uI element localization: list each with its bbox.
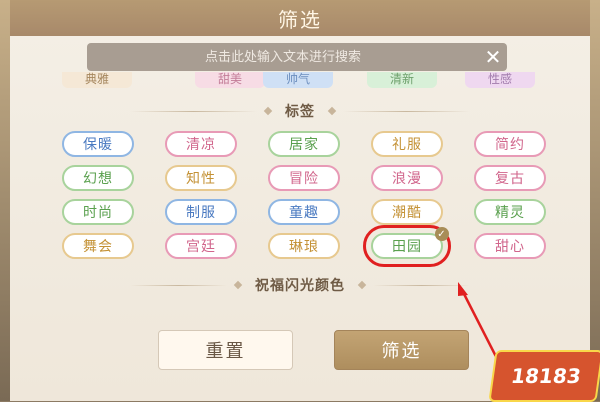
style-tab-row: 典雅 甜美 帅气 清新 性感 [10,72,590,90]
tag-button[interactable]: 浪漫 [371,165,443,191]
color-divider: 祝福闪光颜色 [130,275,470,295]
tag-button[interactable]: 潮酷 [371,199,443,225]
style-tab-1[interactable]: 典雅 [62,72,132,88]
tag-button[interactable]: 时尚 [62,199,134,225]
tag-button[interactable]: 知性 [165,165,237,191]
tag-button[interactable]: 舞会 [62,233,134,259]
tag-button[interactable]: 冒险 [268,165,340,191]
tag-label: 时尚 [83,205,113,221]
tag-label: 复古 [495,171,525,187]
tag-button[interactable]: 琳琅 [268,233,340,259]
site-logo: 18183 [488,350,600,402]
tag-button[interactable]: 精灵 [474,199,546,225]
tag-label: 琳琅 [289,239,319,255]
tag-button[interactable]: 简约 [474,131,546,157]
tag-label: 清凉 [186,137,216,153]
tag-button[interactable]: 田园 ✓ [363,225,451,267]
tag-label: 简约 [495,137,525,153]
style-tab-3[interactable]: 帅气 [263,72,333,88]
style-tab-2[interactable]: 甜美 [195,72,265,88]
tags-divider: 标签 [130,101,470,121]
tag-button[interactable]: 居家 [268,131,340,157]
tags-section-title: 标签 [285,104,315,120]
tag-label: 居家 [289,137,319,153]
tag-button[interactable]: 保暖 [62,131,134,157]
color-section-title: 祝福闪光颜色 [255,278,345,294]
filter-button[interactable]: 筛选 [334,330,469,370]
tag-button[interactable]: 甜心 [474,233,546,259]
style-tab-5[interactable]: 性感 [465,72,535,88]
tag-label: 潮酷 [392,205,422,221]
reset-button[interactable]: 重置 [158,330,293,370]
tag-button[interactable]: 复古 [474,165,546,191]
tag-button[interactable]: 幻想 [62,165,134,191]
tag-button[interactable]: 清凉 [165,131,237,157]
tag-label: 礼服 [392,137,422,153]
search-input[interactable] [87,48,479,66]
tag-button[interactable]: 礼服 [371,131,443,157]
tag-grid: 保暖 清凉 居家 礼服 简约幻想 知性 冒险 浪漫 复古时尚 制服 童趣 潮酷 精灵舞会 宫廷 琳琅 田园 ✓ 甜… [62,131,552,267]
tag-label: 冒险 [289,171,319,187]
tag-label: 舞会 [83,239,113,255]
tag-button[interactable]: 制服 [165,199,237,225]
panel-header: 筛选 [10,0,590,36]
tag-button[interactable]: 宫廷 [165,233,237,259]
tag-label: 幻想 [83,171,113,187]
tag-label: 精灵 [495,205,525,221]
tag-label: 浪漫 [392,171,422,187]
panel-title: 筛选 [278,7,322,32]
search-bar[interactable]: ✕ [87,43,507,71]
tag-label: 甜心 [495,239,525,255]
tag-label: 宫廷 [186,239,216,255]
tag-label: 童趣 [289,205,319,221]
tag-button[interactable]: 童趣 [268,199,340,225]
tag-label: 保暖 [83,137,113,153]
tag-label: 制服 [186,205,216,221]
close-icon[interactable]: ✕ [479,43,507,71]
check-icon: ✓ [435,227,449,241]
tag-label: 田园 [392,239,422,255]
tag-label: 知性 [186,171,216,187]
style-tab-4[interactable]: 清新 [367,72,437,88]
filter-panel: 筛选 ✕ 典雅 甜美帅气 清新 性感 标签 保暖 清凉 居家 礼服 简约幻想 知性 冒险 浪漫 复古时… [10,0,590,401]
